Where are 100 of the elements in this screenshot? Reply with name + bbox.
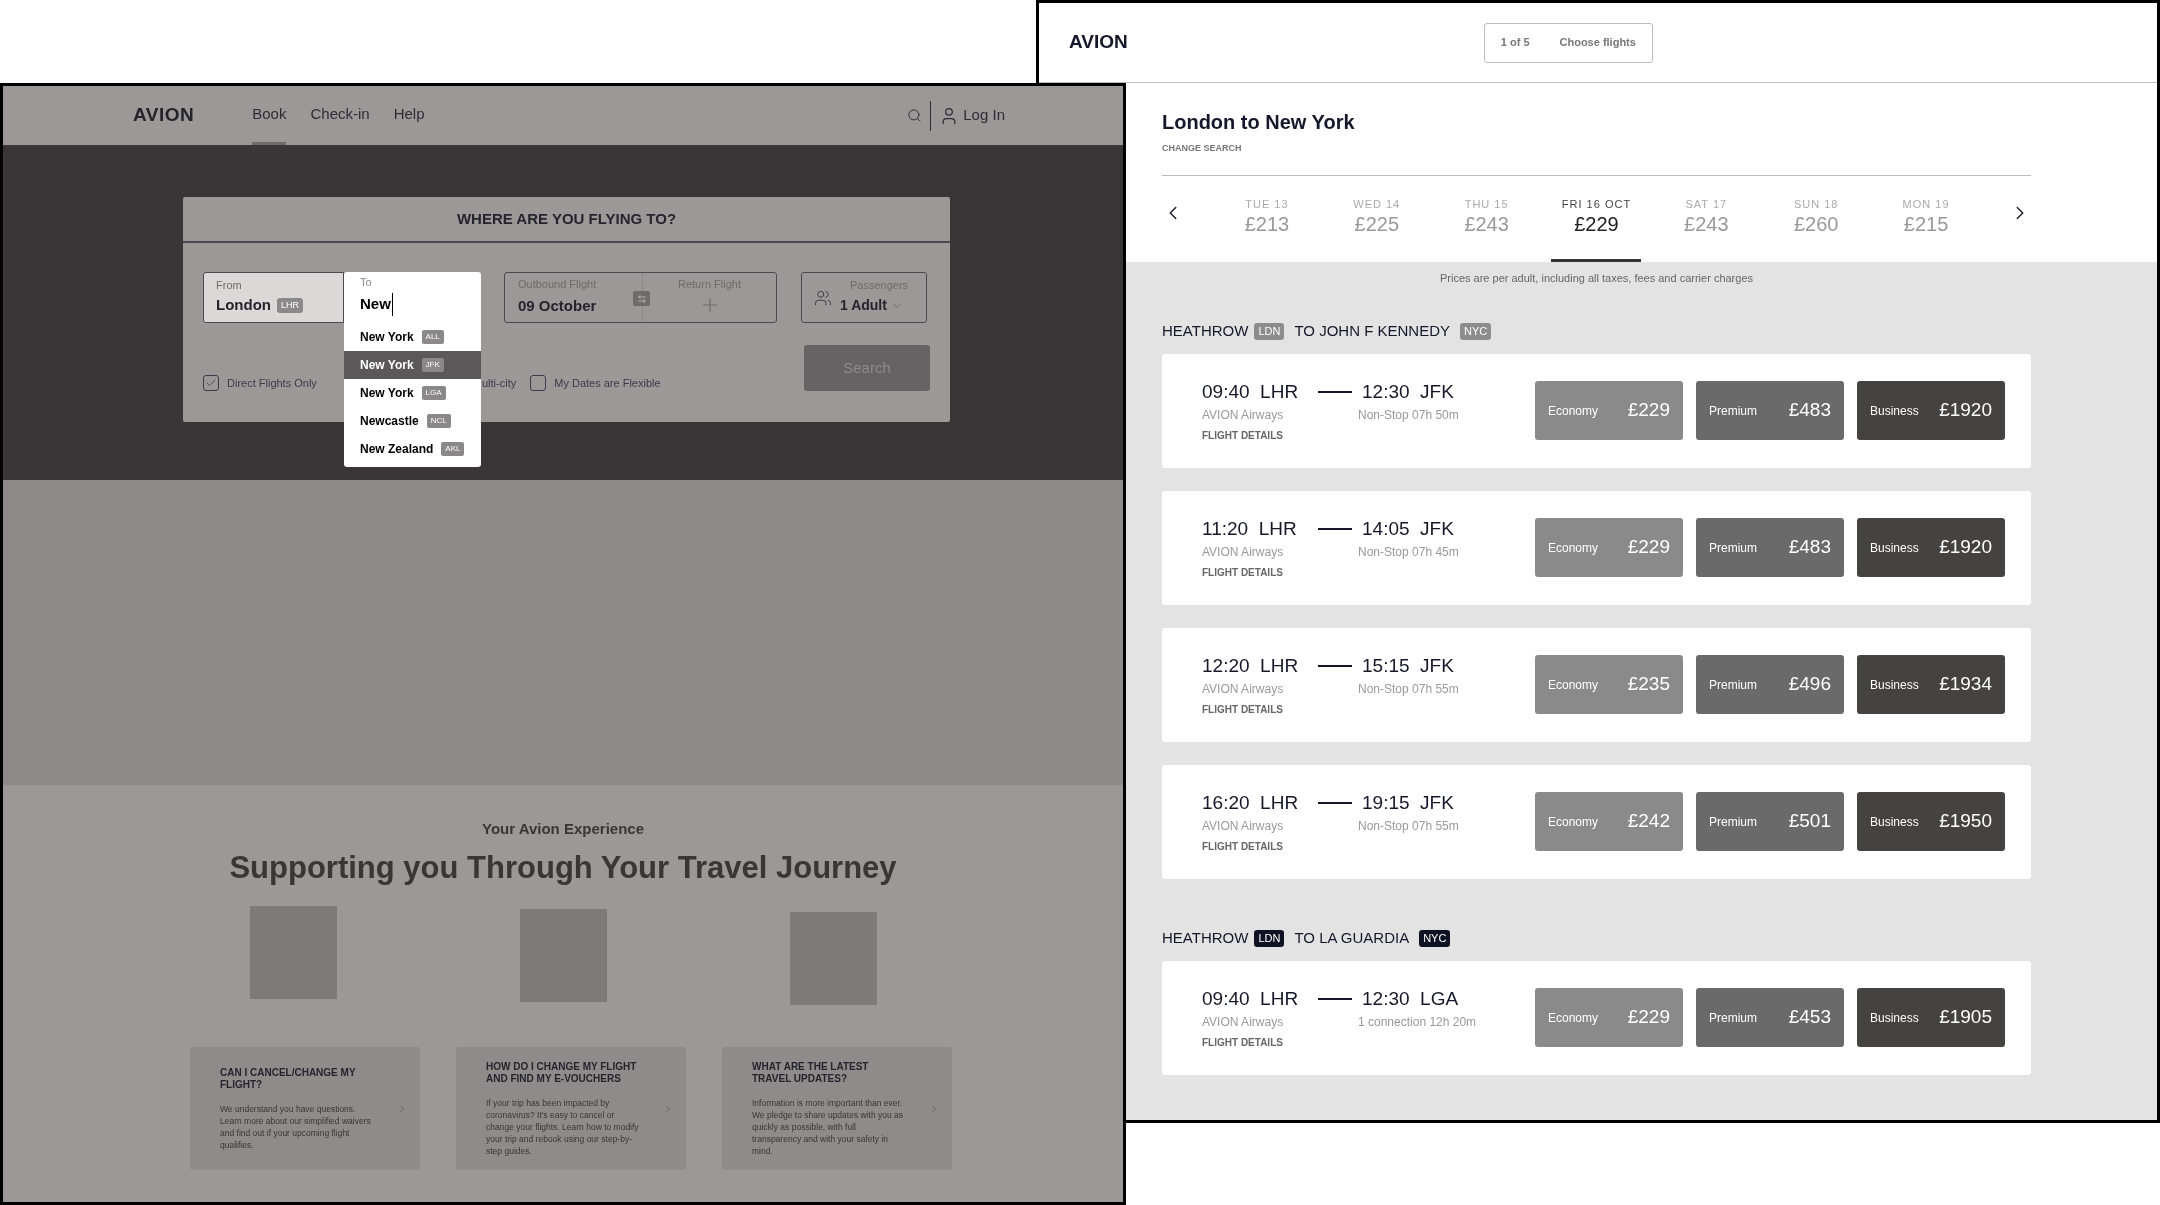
fare-class: Economy: [1548, 676, 1599, 694]
fare-button[interactable]: Economy £229: [1535, 518, 1683, 577]
suggestion-item[interactable]: Newcastle NCL: [344, 407, 481, 435]
destination-airport: TO LA GUARDIA: [1294, 928, 1410, 949]
flight-duration: Non-Stop 07h 55m: [1358, 818, 1459, 836]
fare-button[interactable]: Business £1950: [1857, 792, 2005, 851]
card-text: If your trip has been impacted by coronavirus? It's easy to cancel or change your flights. Learn how to modify your trip and rebook using our step-by-step guides.: [486, 1096, 640, 1157]
nav-link[interactable]: Check-in: [310, 86, 370, 145]
date-label: THU 15: [1464, 197, 1509, 212]
airport-code-badge: LHR: [277, 297, 303, 313]
flight-duration: Non-Stop 07h 55m: [1358, 681, 1459, 699]
fare-price: £1934: [1939, 672, 1992, 697]
fare-price: £501: [1788, 809, 1831, 834]
multi-city-label: ulti-city: [482, 376, 517, 391]
fare-price: £453: [1788, 1005, 1831, 1030]
fare-button[interactable]: Premium £501: [1696, 792, 1844, 851]
fare-button[interactable]: Premium £496: [1696, 655, 1844, 714]
airline-name: AVION Airways: [1202, 407, 1285, 425]
airport-code-badge: NYC: [1460, 323, 1492, 340]
card-title: CAN I CANCEL/CHANGE MY FLIGHT?: [220, 1066, 357, 1091]
flight-duration: Non-Stop 07h 45m: [1358, 544, 1459, 562]
fare-class: Economy: [1548, 813, 1599, 831]
fare-class: Business: [1870, 813, 1919, 831]
date-price: £213: [1244, 212, 1290, 235]
airline-name: AVION Airways: [1202, 681, 1285, 699]
flight-details-link[interactable]: FLIGHT DETAILS: [1202, 839, 1283, 855]
date-tab[interactable]: TUE 13 £213: [1221, 196, 1312, 262]
direct-flights-checkbox[interactable]: [203, 375, 219, 392]
fare-button[interactable]: Economy £242: [1535, 792, 1683, 851]
route-title: London to New York: [1162, 110, 1356, 134]
date-tab[interactable]: THU 15 £243: [1441, 196, 1532, 262]
airport-code-badge: LDN: [1254, 323, 1285, 340]
airport-code-badge: ALL: [421, 330, 444, 344]
fare-button[interactable]: Economy £229: [1535, 988, 1683, 1047]
fare-class: Premium: [1709, 676, 1757, 694]
date-price: £215: [1903, 212, 1949, 235]
fare-class: Business: [1870, 676, 1919, 694]
fare-class: Economy: [1548, 1009, 1599, 1027]
flight-details-link[interactable]: FLIGHT DETAILS: [1202, 428, 1283, 444]
date-price: £225: [1354, 212, 1399, 235]
fare-class: Premium: [1709, 1009, 1757, 1027]
arrival-time: 14:05 JFK: [1362, 516, 1454, 541]
fare-button[interactable]: Business £1934: [1857, 655, 2005, 714]
flight-details-link[interactable]: FLIGHT DETAILS: [1202, 565, 1283, 581]
airport-code-badge: NYC: [1419, 930, 1451, 947]
fare-button[interactable]: Premium £453: [1696, 988, 1844, 1047]
search-icon[interactable]: [907, 108, 923, 123]
date-tab[interactable]: SAT 17 £243: [1661, 196, 1752, 262]
to-label: To: [360, 276, 373, 289]
to-field[interactable]: To New: [344, 272, 481, 323]
nav-link[interactable]: Help: [393, 86, 425, 145]
flexible-dates-label: My Dates are Flexible: [554, 376, 661, 391]
date-label: FRI 16 OCT: [1561, 197, 1632, 212]
fare-button[interactable]: Business £1920: [1857, 381, 2005, 440]
card-text: We understand you have questions. Learn more about our simplified waivers and find out if your upcoming flight qualifies.: [220, 1102, 372, 1151]
fare-button[interactable]: Business £1920: [1857, 518, 2005, 577]
fare-button[interactable]: Economy £235: [1535, 655, 1683, 714]
destination-airport: TO JOHN F KENNEDY: [1294, 321, 1450, 342]
fare-button[interactable]: Economy £229: [1535, 381, 1683, 440]
fare-class: Premium: [1709, 813, 1757, 831]
card-title: HOW DO I CHANGE MY FLIGHT AND FIND MY E-VOUCHERS: [486, 1060, 638, 1085]
city-name: New Zealand: [360, 441, 434, 458]
faq-card[interactable]: [456, 1047, 686, 1170]
fare-class: Economy: [1548, 539, 1599, 557]
suggestion-item[interactable]: New Zealand AKL: [344, 435, 481, 463]
login-link[interactable]: Log In: [963, 104, 1005, 127]
flight-details-link[interactable]: FLIGHT DETAILS: [1202, 1035, 1283, 1051]
faq-card[interactable]: CAN I CANCEL/CHANGE MY FLIGHT? We understand you have questions. Learn more about our simplified waivers and find out if your upcoming flight qualifies.: [190, 1047, 420, 1170]
flight-details-link[interactable]: FLIGHT DETAILS: [1202, 702, 1283, 718]
faq-card[interactable]: WHAT ARE THE LATEST TRAVEL UPDATES? Information is more important than ever. We pledge to share updates with you as quickly as possible, with full transparency and with your safety in mind.: [722, 1047, 952, 1170]
suggestion-item[interactable]: New York JFK: [344, 351, 481, 379]
date-price: £243: [1464, 212, 1509, 235]
date-tab[interactable]: SUN 18 £260: [1771, 196, 1862, 262]
city-name: New York: [360, 385, 414, 402]
step-count: 1 of 5: [1500, 35, 1530, 51]
fare-button[interactable]: Business £1905: [1857, 988, 2005, 1047]
origin-airport: HEATHROW: [1162, 928, 1249, 949]
date-tab[interactable]: WED 14 £225: [1331, 196, 1422, 262]
card-text: Information is more important than ever. We pledge to share updates with you as quickly as possible, with full transparency and with your safety in mind.: [752, 1096, 905, 1157]
fare-button[interactable]: Premium £483: [1696, 381, 1844, 440]
fare-price: £1920: [1939, 398, 1992, 423]
date-label: MON 19: [1902, 197, 1950, 212]
flight-duration: 1 connection 12h 20m: [1358, 1014, 1477, 1032]
date-tab[interactable]: MON 19 £215: [1881, 196, 1972, 262]
from-value: London: [216, 295, 271, 315]
change-search-link[interactable]: CHANGE SEARCH: [1162, 143, 1242, 153]
section-eyebrow: Your Avion Experience: [482, 819, 644, 839]
city-name: Newcastle: [360, 413, 419, 430]
airport-code-badge: AKL: [441, 442, 465, 456]
date-price: £229: [1574, 212, 1619, 235]
fare-button[interactable]: Premium £483: [1696, 518, 1844, 577]
date-price: £260: [1793, 212, 1839, 235]
arrival-time: 19:15 JFK: [1362, 790, 1454, 815]
from-field[interactable]: From London LHR: [203, 272, 344, 323]
suggestion-item[interactable]: New York ALL: [344, 323, 481, 351]
flexible-dates-checkbox[interactable]: [530, 375, 547, 392]
fare-price: £229: [1627, 1005, 1670, 1030]
fare-price: £235: [1627, 672, 1670, 697]
airport-code-badge: LGA: [421, 386, 446, 400]
suggestion-item[interactable]: New York LGA: [344, 379, 481, 407]
